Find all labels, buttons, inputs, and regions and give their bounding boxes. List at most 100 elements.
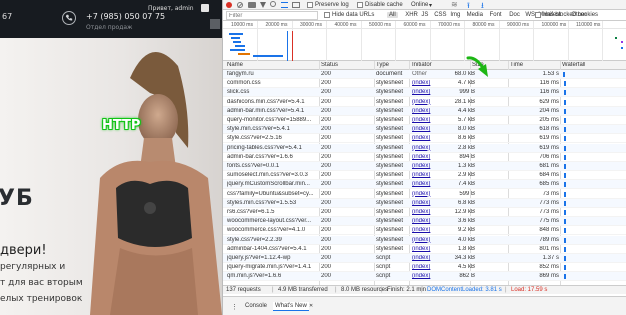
request-row[interactable]: pricing-tables.css?ver=5.4.1 200 styleshee… bbox=[223, 143, 626, 153]
request-name[interactable]: style.css?ver=2.2.39 bbox=[227, 237, 317, 243]
user-avatar-icon[interactable] bbox=[201, 4, 209, 12]
clear-icon[interactable] bbox=[237, 2, 243, 8]
column-header-status[interactable]: Status bbox=[321, 62, 371, 68]
request-time: 205 ms bbox=[539, 117, 559, 123]
wifi-icon[interactable]: ≋ bbox=[451, 0, 458, 9]
request-name[interactable]: fangym.ru bbox=[227, 71, 317, 77]
request-status: 200 bbox=[321, 236, 332, 243]
waterfall-bar bbox=[563, 72, 565, 77]
preserve-log-checkbox[interactable] bbox=[307, 2, 313, 8]
request-name[interactable]: query-monitor.css?ver=15889... bbox=[227, 117, 317, 123]
request-name[interactable]: common.css bbox=[227, 80, 317, 86]
request-name[interactable]: rs6.css?ver=6.1.5 bbox=[227, 209, 317, 215]
request-row[interactable]: qm.min.js?ver=1.6.6 200 script (index) 862 B… bbox=[223, 272, 626, 282]
request-name[interactable]: woocommerce-layout.css?ver... bbox=[227, 218, 317, 224]
request-status: 200 bbox=[321, 181, 332, 188]
request-name[interactable]: style.min.css?ver=5.4.1 bbox=[227, 126, 317, 132]
request-row[interactable]: rs6.css?ver=6.1.5 200 stylesheet (index) 12.… bbox=[223, 208, 626, 217]
drawer-menu-icon[interactable]: ⋮ bbox=[231, 303, 238, 311]
request-type: script bbox=[376, 255, 391, 261]
request-row[interactable]: woocommerce-layout.css?ver... 200 styleshe… bbox=[223, 217, 626, 227]
network-toolbar: Preserve log Disable cache Online ▾ ≋ ⭱ … bbox=[223, 0, 626, 10]
request-time: 706 ms bbox=[539, 153, 559, 160]
request-row[interactable]: style.css?ver=2.2.39 200 stylesheet (index)… bbox=[223, 235, 626, 245]
request-row[interactable]: slick.css 200 stylesheet (index) 999 B 116 ms bbox=[223, 88, 626, 98]
request-name[interactable]: fonts.css?ver=0.0.1 bbox=[227, 163, 317, 169]
column-header-waterfall[interactable]: Waterfall bbox=[562, 62, 585, 68]
request-name[interactable]: jquery.js?ver=1.12.4-wp bbox=[227, 255, 317, 261]
overview-icon[interactable] bbox=[292, 2, 300, 8]
blocked-cookies-checkbox[interactable] bbox=[535, 12, 541, 18]
record-icon[interactable] bbox=[226, 2, 232, 8]
request-row[interactable]: dashicons.min.css?ver=5.4.1 200 stylesheet… bbox=[223, 98, 626, 107]
request-row[interactable]: common.css 200 stylesheet (index) 4.7 kB 116 … bbox=[223, 79, 626, 89]
phone-icon[interactable] bbox=[62, 11, 76, 25]
request-size: 1.3 kB bbox=[457, 163, 475, 169]
throttling-select[interactable]: Online bbox=[411, 2, 428, 8]
close-tab-icon[interactable]: ✕ bbox=[307, 302, 315, 310]
filter-type-font[interactable]: Font bbox=[488, 12, 504, 18]
filter-type-media[interactable]: Media bbox=[465, 12, 485, 18]
request-row[interactable]: jquery.js?ver=1.12.4-wp 200 script (index) 3… bbox=[223, 254, 626, 263]
request-row[interactable]: fonts.css?ver=0.0.1 200 stylesheet (index) 1… bbox=[223, 162, 626, 171]
filter-type-doc[interactable]: Doc bbox=[507, 12, 522, 18]
request-type: stylesheet bbox=[376, 107, 404, 114]
request-name[interactable]: admin-bar.css?ver=1.6.6 bbox=[227, 154, 317, 160]
request-row[interactable]: jquery-migrate.min.js?ver=1.4.1 200 script… bbox=[223, 263, 626, 273]
tab-whats-new[interactable]: What's New bbox=[273, 302, 309, 311]
request-name[interactable]: admin-bar.min.css?ver=5.4.1 bbox=[227, 108, 317, 114]
request-row[interactable]: adminbar-1404.css?ver=5.4.1 200 stylesheet… bbox=[223, 245, 626, 254]
request-name[interactable]: css?family=Ubuntu&subset=cy... bbox=[227, 191, 317, 197]
request-row[interactable]: style.css?ver=2.5.16 200 stylesheet (index)… bbox=[223, 134, 626, 144]
throttling-dropdown-arrow[interactable]: ▾ bbox=[429, 2, 432, 9]
request-row[interactable]: css?family=Ubuntu&subset=cy... 200 stylesh… bbox=[223, 190, 626, 199]
capture-screenshot-icon[interactable] bbox=[248, 2, 256, 8]
column-header-time[interactable]: Time bbox=[510, 62, 523, 68]
request-status: 200 bbox=[321, 98, 332, 105]
menu-icon[interactable] bbox=[210, 19, 220, 29]
column-header-type[interactable]: Type bbox=[376, 62, 406, 68]
disable-cache-checkbox[interactable] bbox=[357, 2, 363, 8]
phone-number[interactable]: +7 (985) 050 07 75 bbox=[86, 12, 165, 21]
timeline-overview[interactable]: 10000 ms 20000 ms 30000 ms 40000 ms 50000 ms… bbox=[223, 21, 626, 61]
column-header-name[interactable]: Name bbox=[227, 62, 317, 68]
request-row[interactable]: sumoselect.min.css?ver=3.0.3 200 styleshee… bbox=[223, 171, 626, 181]
request-row[interactable]: query-monitor.css?ver=15889... 200 stylesh… bbox=[223, 116, 626, 125]
request-row[interactable]: fangym.ru 200 document Other 68.0 kB 1.53 s bbox=[223, 70, 626, 79]
request-row[interactable]: woocommerce.css?ver=4.1.0 200 stylesheet (i… bbox=[223, 226, 626, 236]
request-name[interactable]: adminbar-1404.css?ver=5.4.1 bbox=[227, 246, 317, 252]
request-name[interactable]: pricing-tables.css?ver=5.4.1 bbox=[227, 145, 317, 151]
hide-data-urls-checkbox[interactable] bbox=[324, 12, 330, 18]
website-viewport: 67 +7 (985) 050 07 75 Отдел продаж Приве… bbox=[0, 0, 222, 315]
site-header: 67 +7 (985) 050 07 75 Отдел продаж Приве… bbox=[0, 0, 222, 38]
request-row[interactable]: admin-bar.css?ver=1.6.6 200 stylesheet (ind… bbox=[223, 153, 626, 162]
filter-type-xhr[interactable]: XHR bbox=[403, 12, 420, 18]
request-name[interactable]: sumoselect.min.css?ver=3.0.3 bbox=[227, 172, 317, 178]
admin-greeting[interactable]: Привет, admin bbox=[148, 5, 194, 12]
filter-type-all[interactable]: All bbox=[387, 12, 398, 18]
column-header-initiator[interactable]: Initiator bbox=[412, 62, 432, 68]
request-name[interactable]: jquery-migrate.min.js?ver=1.4.1 bbox=[227, 264, 317, 270]
request-name[interactable]: styles.min.css?ver=1.5.53 bbox=[227, 200, 317, 206]
hero-title-fragment: УБ bbox=[0, 186, 34, 211]
filter-type-img[interactable]: Img bbox=[448, 12, 462, 18]
tab-console[interactable]: Console bbox=[243, 302, 269, 310]
filter-icon[interactable] bbox=[260, 2, 266, 8]
request-name[interactable]: style.css?ver=2.5.16 bbox=[227, 135, 317, 141]
request-name[interactable]: jquery.mCustomScrollbar.min... bbox=[227, 181, 317, 187]
request-row[interactable]: styles.min.css?ver=1.5.53 200 stylesheet (i… bbox=[223, 198, 626, 208]
request-name[interactable]: qm.min.js?ver=1.6.6 bbox=[227, 273, 317, 279]
request-name[interactable]: slick.css bbox=[227, 89, 317, 95]
filter-type-js[interactable]: JS bbox=[419, 12, 430, 18]
request-row[interactable]: jquery.mCustomScrollbar.min... 200 stylesh… bbox=[223, 180, 626, 190]
request-name[interactable]: dashicons.min.css?ver=5.4.1 bbox=[227, 99, 317, 105]
filter-input[interactable] bbox=[226, 11, 318, 20]
filter-type-css[interactable]: CSS bbox=[432, 12, 448, 18]
large-rows-icon[interactable] bbox=[281, 2, 288, 8]
request-row[interactable]: admin-bar.min.css?ver=5.4.1 200 stylesheet… bbox=[223, 106, 626, 116]
request-type: stylesheet bbox=[376, 218, 404, 225]
request-row[interactable]: style.min.css?ver=5.4.1 200 stylesheet (ind… bbox=[223, 125, 626, 135]
header-number: 67 bbox=[2, 12, 13, 21]
search-icon[interactable] bbox=[270, 1, 276, 7]
request-name[interactable]: woocommerce.css?ver=4.1.0 bbox=[227, 227, 317, 233]
